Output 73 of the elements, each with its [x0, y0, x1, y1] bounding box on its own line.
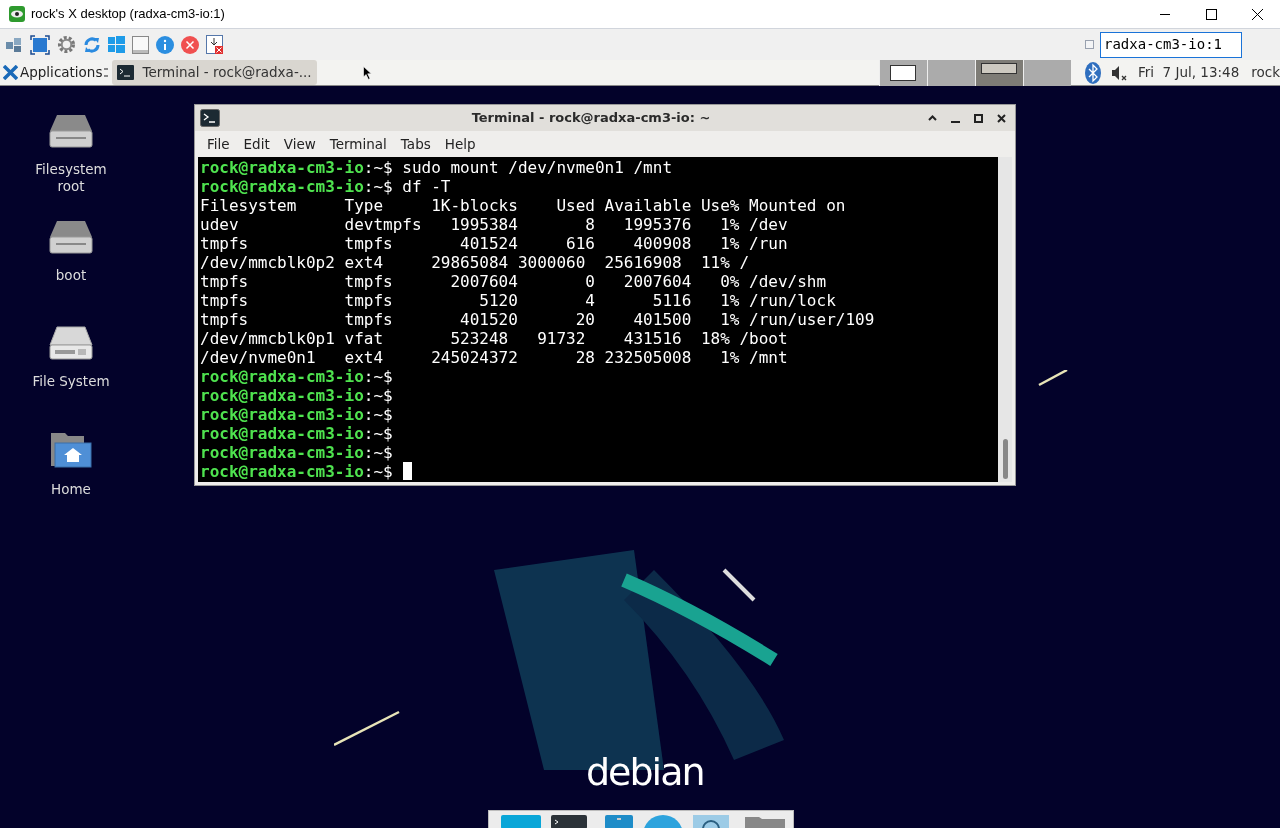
refresh-icon[interactable]	[83, 35, 101, 54]
speaker-muted-icon[interactable]	[1110, 64, 1127, 81]
network-icon[interactable]	[5, 35, 23, 54]
minimize-icon	[1160, 13, 1170, 15]
terminal-line: rock@radxa-cm3-io:~$	[200, 443, 394, 462]
terminal-line: tmpfs tmpfs 401524 616 400908 1% /run	[200, 234, 789, 253]
menu-item[interactable]: File	[200, 133, 237, 155]
menu-item[interactable]: Terminal	[322, 133, 394, 155]
harddisk-icon[interactable]	[49, 326, 93, 360]
window-title: Terminal - rock@radxa-cm3-io: ~	[470, 109, 712, 128]
terminal-line: /dev/mmcblk0p1 vfat 523248 91732 431516 18% /boot	[200, 329, 789, 348]
separator-handle	[104, 68, 109, 77]
window-title: rock's X desktop (radxa-cm3-io:1)	[31, 5, 225, 24]
checkbox[interactable]	[1085, 40, 1094, 49]
gear-icon[interactable]	[57, 35, 76, 54]
bluetooth-icon[interactable]	[1084, 61, 1101, 84]
terminal-line: rock@radxa-cm3-io:~$	[200, 386, 394, 405]
window-preview	[890, 64, 917, 81]
mouse-cursor-icon	[362, 65, 372, 80]
terminal-line: rock@radxa-cm3-io:~$	[200, 424, 394, 443]
scrollbar[interactable]	[998, 157, 1012, 482]
keyboard-key-icon[interactable]	[132, 35, 149, 54]
window-preview	[981, 62, 1018, 74]
clock[interactable]: Fri 7 Jul, 13:48	[1137, 62, 1240, 83]
fullscreen-icon[interactable]	[30, 34, 50, 55]
debian-logo: debian	[586, 749, 704, 796]
taskbar-button[interactable]: Terminal - rock@radxa-...	[112, 60, 317, 85]
minimize-icon	[950, 121, 960, 123]
folder-icon[interactable]	[745, 815, 785, 828]
menu-item[interactable]: Help	[437, 133, 483, 155]
terminal-line: rock@radxa-cm3-io:~$ df -T	[200, 177, 452, 196]
host-field[interactable]: radxa-cm3-io:1	[1100, 31, 1242, 58]
icon-label[interactable]: Home	[51, 481, 91, 498]
terminal-line: rock@radxa-cm3-io:~$ sudo mount /dev/nvme0n1 /mnt	[200, 158, 673, 177]
terminal-line: tmpfs tmpfs 5120 4 5116 1% /run/lock	[200, 291, 837, 310]
terminal-line: rock@radxa-cm3-io:~$	[200, 367, 394, 386]
caret-up-icon	[927, 115, 937, 121]
terminal-line: udev devtmpfs 1995384 8 1995376 1% /dev	[200, 215, 789, 234]
globe-icon[interactable]	[643, 815, 683, 828]
home-folder-icon[interactable]	[50, 432, 92, 468]
drive-icon[interactable]	[49, 220, 93, 254]
windows-grid-icon[interactable]	[108, 36, 125, 53]
search-icon[interactable]	[693, 815, 729, 828]
terminal-line: tmpfs tmpfs 401520 20 401500 1% /run/user/109	[200, 310, 876, 329]
terminal-line: /dev/mmcblk0p2 ext4 29865084 3000060 25616908 11% /	[200, 253, 751, 272]
workspace-button[interactable]	[878, 59, 927, 86]
icon-label[interactable]: Filesystem root	[20, 161, 122, 195]
terminal-line: Filesystem Type 1K-blocks Used Available Use% Mounted on	[200, 196, 847, 215]
terminal-icon	[117, 65, 135, 80]
menu-item[interactable]: Edit	[236, 133, 277, 155]
info-icon[interactable]	[156, 35, 174, 54]
terminal-line: tmpfs tmpfs 2007604 0 2007604 0% /dev/shm	[200, 272, 828, 291]
menu-item[interactable]: View	[276, 133, 323, 155]
file-icon[interactable]	[605, 815, 633, 828]
icon-label[interactable]: File System	[32, 373, 110, 390]
file-transfer-icon[interactable]	[206, 34, 224, 55]
close-circle-icon[interactable]	[181, 35, 199, 54]
close-icon	[1251, 8, 1263, 20]
maximize-icon	[1205, 8, 1217, 20]
terminal-line: /dev/nvme0n1 ext4 245024372 28 232505008 1% /mnt	[200, 348, 789, 367]
terminal-line: rock@radxa-cm3-io:~$	[200, 462, 998, 481]
terminal-icon	[200, 109, 220, 127]
menu-item[interactable]: Tabs	[393, 133, 438, 155]
close-icon	[996, 113, 1006, 123]
applications-menu-button[interactable]: Applications	[0, 59, 103, 86]
user-name[interactable]: rock	[1251, 62, 1280, 83]
terminal-icon[interactable]	[551, 815, 587, 828]
app-logo-icon	[9, 6, 25, 22]
scrollbar-thumb[interactable]	[1002, 439, 1008, 479]
maximize-icon	[973, 113, 983, 123]
drive-icon[interactable]	[49, 114, 93, 148]
terminal-line: rock@radxa-cm3-io:~$	[200, 405, 394, 424]
icon-label[interactable]: boot	[55, 267, 87, 284]
